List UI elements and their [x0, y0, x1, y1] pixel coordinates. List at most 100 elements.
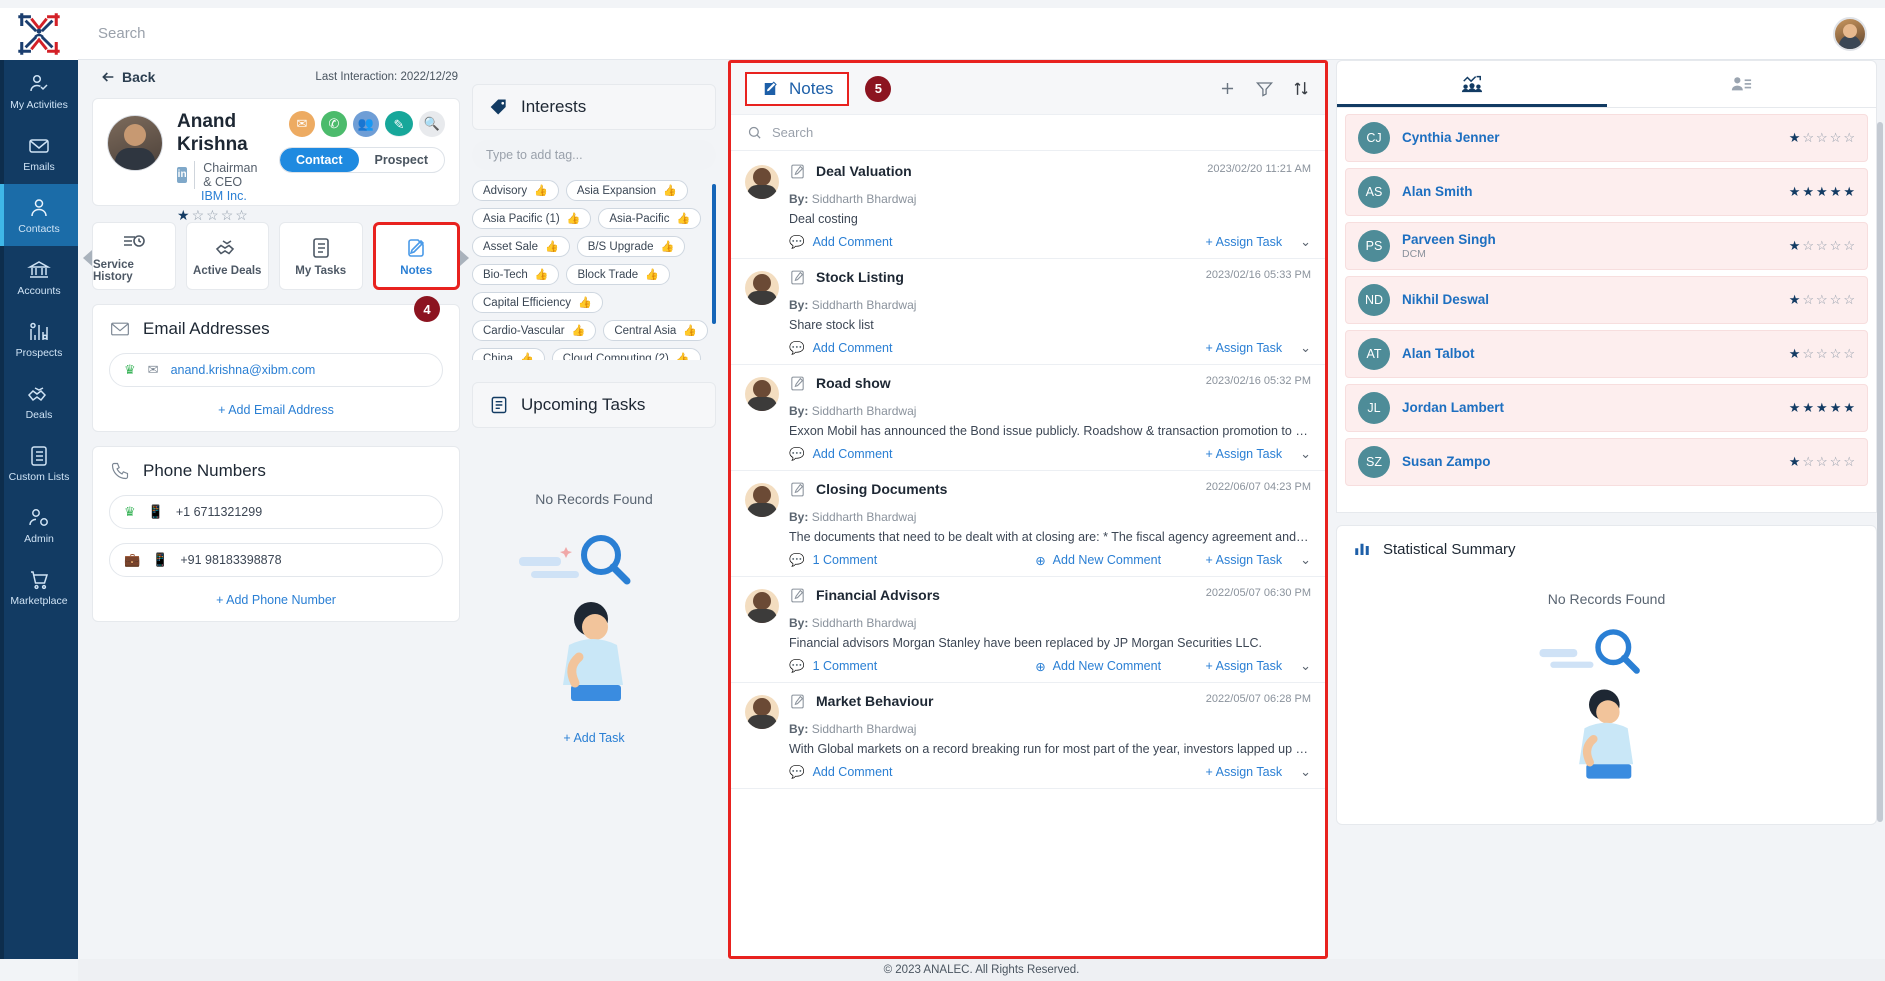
- sidebar-item-prospects[interactable]: Prospects: [0, 308, 78, 370]
- rating[interactable]: ★ ☆ ☆ ☆ ☆: [1789, 346, 1855, 362]
- tab-service-history[interactable]: Service History: [92, 222, 176, 290]
- call-action-icon[interactable]: ✆: [321, 111, 347, 137]
- add-comment-link[interactable]: Add Comment: [813, 341, 893, 355]
- global-search-input[interactable]: Search: [78, 8, 1833, 60]
- contact-name[interactable]: Parveen Singh: [1402, 232, 1496, 248]
- add-email-link[interactable]: + Add Email Address: [109, 403, 443, 417]
- thumbs-up-icon[interactable]: 👍: [645, 268, 659, 281]
- contact-name[interactable]: Cynthia Jenner: [1402, 130, 1500, 146]
- contact-toggle-option[interactable]: Contact: [279, 148, 359, 172]
- tab-notes[interactable]: Notes: [372, 222, 460, 290]
- note-item[interactable]: Stock Listing 2023/02/16 05:33 PM By: Si…: [731, 259, 1325, 365]
- chevron-down-icon[interactable]: ⌄: [1300, 446, 1311, 462]
- user-avatar[interactable]: [1833, 16, 1867, 51]
- assign-task-link[interactable]: + Assign Task: [1206, 235, 1283, 249]
- sort-icon[interactable]: [1292, 79, 1311, 98]
- tabs-scroll-left-icon[interactable]: [83, 250, 92, 266]
- sidebar-item-custom-lists[interactable]: Custom Lists: [0, 432, 78, 494]
- thumbs-up-icon[interactable]: 👍: [535, 268, 549, 281]
- note-item[interactable]: Deal Valuation 2023/02/20 11:21 AM By: S…: [731, 153, 1325, 259]
- interest-tag[interactable]: Advisory 👍: [472, 180, 559, 201]
- thumbs-up-icon[interactable]: 👍: [663, 184, 677, 197]
- notes-title-box[interactable]: Notes: [745, 71, 850, 106]
- related-contacts-list[interactable]: CJ Cynthia Jenner ★ ☆ ☆ ☆ ☆ AS Alan Smith ★ ★…: [1336, 108, 1877, 513]
- filter-icon[interactable]: [1255, 79, 1274, 98]
- back-button[interactable]: Back: [94, 66, 162, 88]
- assign-task-link[interactable]: + Assign Task: [1206, 341, 1283, 355]
- tab-contact-card[interactable]: [1607, 61, 1877, 107]
- thumbs-up-icon[interactable]: 👍: [676, 212, 690, 225]
- chevron-down-icon[interactable]: ⌄: [1300, 764, 1311, 780]
- comment-count-link[interactable]: 1 Comment: [813, 659, 878, 673]
- notes-search-input[interactable]: Search: [731, 115, 1325, 151]
- add-new-comment-link[interactable]: Add New Comment: [1053, 659, 1161, 673]
- chevron-down-icon[interactable]: ⌄: [1300, 234, 1311, 250]
- contact-list-item[interactable]: AT Alan Talbot ★ ☆ ☆ ☆ ☆: [1345, 330, 1868, 378]
- tab-relationships[interactable]: [1337, 61, 1607, 107]
- sidebar-item-my-activities[interactable]: My Activities: [0, 60, 78, 122]
- rating[interactable]: ★ ☆ ☆ ☆ ☆: [1789, 292, 1855, 308]
- note-item[interactable]: Closing Documents 2022/06/07 04:23 PM By…: [731, 471, 1325, 577]
- sidebar-item-emails[interactable]: Emails: [0, 122, 78, 184]
- thumbs-up-icon[interactable]: 👍: [572, 324, 586, 337]
- sidebar-item-accounts[interactable]: Accounts: [0, 246, 78, 308]
- search-action-icon[interactable]: 🔍: [419, 111, 445, 137]
- add-comment-link[interactable]: Add Comment: [813, 235, 893, 249]
- thumbs-up-icon[interactable]: 👍: [545, 240, 559, 253]
- thumbs-up-icon[interactable]: 👍: [578, 296, 592, 309]
- assign-task-link[interactable]: + Assign Task: [1206, 659, 1283, 673]
- note-action-icon[interactable]: ✎: [385, 111, 413, 137]
- contact-list-item[interactable]: SZ Susan Zampo ★ ☆ ☆ ☆ ☆: [1345, 438, 1868, 486]
- sidebar-item-contacts[interactable]: Contacts: [0, 184, 78, 246]
- contact-name[interactable]: Nikhil Deswal: [1402, 292, 1489, 308]
- interest-tag[interactable]: Asia Pacific (1) 👍: [472, 208, 592, 229]
- interest-tag[interactable]: B/S Upgrade 👍: [576, 236, 686, 257]
- prospect-toggle-option[interactable]: Prospect: [359, 148, 444, 172]
- note-item[interactable]: Market Behaviour 2022/05/07 06:28 PM By:…: [731, 683, 1325, 789]
- thumbs-up-icon[interactable]: 👍: [520, 352, 534, 360]
- thumbs-up-icon[interactable]: 👍: [676, 352, 690, 360]
- phone-row[interactable]: ♛ 📱 +1 6711321299: [109, 495, 443, 529]
- tag-input[interactable]: Type to add tag...: [472, 140, 716, 170]
- interest-tag[interactable]: Central Asia 👍: [603, 320, 709, 341]
- interest-tag[interactable]: Bio-Tech 👍: [472, 264, 560, 285]
- analec-logo[interactable]: [0, 7, 78, 60]
- interest-tag[interactable]: Asia Expansion 👍: [565, 180, 688, 201]
- interest-tag[interactable]: China 👍: [472, 348, 545, 360]
- chevron-down-icon[interactable]: ⌄: [1300, 340, 1311, 356]
- interest-tag[interactable]: Block Trade 👍: [566, 264, 670, 285]
- interest-tag[interactable]: Asia-Pacific 👍: [598, 208, 702, 229]
- rating[interactable]: ★ ☆ ☆ ☆ ☆: [1789, 454, 1855, 470]
- notes-list[interactable]: Deal Valuation 2023/02/20 11:21 AM By: S…: [731, 153, 1325, 956]
- interests-scrollbar[interactable]: [712, 184, 716, 324]
- interest-tag[interactable]: Asset Sale 👍: [472, 236, 570, 257]
- contact-list-item[interactable]: JL Jordan Lambert ★ ★ ★ ★ ★: [1345, 384, 1868, 432]
- chevron-down-icon[interactable]: ⌄: [1300, 658, 1311, 674]
- sidebar-item-marketplace[interactable]: Marketplace: [0, 556, 78, 618]
- tabs-scroll-right-icon[interactable]: [460, 250, 469, 266]
- page-scrollbar[interactable]: [1877, 122, 1883, 822]
- email-action-icon[interactable]: ✉: [289, 111, 315, 137]
- sidebar-item-deals[interactable]: Deals: [0, 370, 78, 432]
- add-task-link[interactable]: + Add Task: [563, 731, 624, 745]
- plus-icon[interactable]: [1218, 79, 1237, 98]
- contact-list-item[interactable]: CJ Cynthia Jenner ★ ☆ ☆ ☆ ☆: [1345, 114, 1868, 162]
- contact-name[interactable]: Alan Talbot: [1402, 346, 1475, 362]
- thumbs-up-icon[interactable]: 👍: [661, 240, 675, 253]
- contact-name[interactable]: Susan Zampo: [1402, 454, 1491, 470]
- assign-task-link[interactable]: + Assign Task: [1206, 765, 1283, 779]
- note-item[interactable]: Financial Advisors 2022/05/07 06:30 PM B…: [731, 577, 1325, 683]
- interest-tag[interactable]: Capital Efficiency 👍: [472, 292, 603, 313]
- tab-my-tasks[interactable]: My Tasks: [279, 222, 363, 290]
- comment-count-link[interactable]: 1 Comment: [813, 553, 878, 567]
- rating[interactable]: ★ ☆ ☆ ☆ ☆: [1789, 238, 1855, 254]
- interest-tag[interactable]: Cardio-Vascular 👍: [472, 320, 597, 341]
- add-comment-link[interactable]: Add Comment: [813, 447, 893, 461]
- thumbs-up-icon[interactable]: 👍: [534, 184, 548, 197]
- assign-task-link[interactable]: + Assign Task: [1206, 447, 1283, 461]
- chevron-down-icon[interactable]: ⌄: [1300, 552, 1311, 568]
- rating[interactable]: ★ ★ ★ ★ ★: [1789, 400, 1855, 416]
- contact-list-item[interactable]: PS Parveen Singh DCM ★ ☆ ☆ ☆ ☆: [1345, 222, 1868, 270]
- thumbs-up-icon[interactable]: 👍: [683, 324, 697, 337]
- tab-active-deals[interactable]: Active Deals: [185, 222, 269, 290]
